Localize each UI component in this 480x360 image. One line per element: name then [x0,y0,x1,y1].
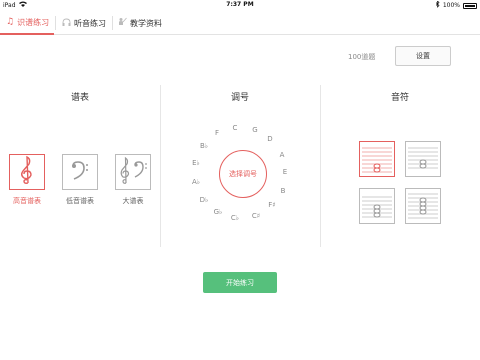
note-range-option-3[interactable] [359,188,395,224]
tab-label: 教学资料 [130,18,162,28]
key-option[interactable]: E [278,168,292,176]
key-option[interactable]: D [263,135,277,143]
battery-percent: 100% [442,2,460,9]
grand-staff-label: 大谱表 [122,197,144,205]
teacher-icon [118,17,127,29]
column-divider [320,85,321,247]
notes-section-title: 音符 [390,93,409,103]
bass-clef-icon [69,159,91,185]
grand-staff-option[interactable] [115,154,151,190]
music-note-icon: ♫ [6,17,15,27]
tab-bar: ♫ 识谱练习 听音练习 教学资料 [0,11,480,35]
staff-section-title: 谱表 [70,93,89,103]
key-option[interactable]: E♭ [189,159,203,167]
key-option[interactable]: G [248,126,262,134]
settings-button[interactable]: 设置 [395,46,451,66]
tab-sight-reading[interactable]: ♫ 识谱练习 [0,11,54,35]
staff-notes-icon [362,147,392,173]
key-option[interactable]: A [275,151,289,159]
key-option[interactable]: B [276,187,290,195]
treble-clef-icon [17,155,37,189]
headphones-icon [62,18,71,29]
grand-staff-icon [117,155,149,189]
key-option[interactable]: D♭ [197,196,211,204]
staff-notes-icon [408,193,438,219]
bluetooth-icon [435,0,440,10]
question-count: 100道题 [348,53,376,61]
note-range-option-1[interactable] [359,141,395,177]
key-option[interactable]: C♯ [249,212,263,220]
tab-label: 听音练习 [74,18,106,28]
status-bar: iPad 7:37 PM 100% [0,0,480,10]
column-divider [160,85,161,247]
key-option[interactable]: G♭ [211,208,225,216]
key-option[interactable]: F [210,129,224,137]
status-time: 7:37 PM [226,1,254,8]
treble-clef-option[interactable] [9,154,45,190]
staff-notes-icon [408,147,438,169]
battery-icon [463,2,477,9]
key-option[interactable]: C [228,124,242,132]
tab-teaching-materials[interactable]: 教学资料 [114,11,174,35]
key-option[interactable]: F♯ [265,201,279,209]
start-practice-button[interactable]: 开始练习 [203,272,277,293]
bass-clef-label: 低音谱表 [66,197,94,205]
key-option[interactable]: A♭ [189,178,203,186]
note-range-option-4[interactable] [405,188,441,224]
staff-notes-icon [362,196,392,218]
note-range-option-2[interactable] [405,141,441,177]
bass-clef-option[interactable] [62,154,98,190]
status-right: 100% [435,0,477,10]
tab-label: 识谱练习 [17,17,50,27]
select-key-button[interactable]: 选择调号 [219,150,267,198]
treble-clef-label: 高音谱表 [13,197,41,205]
tab-ear-training[interactable]: 听音练习 [58,11,112,35]
key-option[interactable]: B♭ [197,142,211,150]
key-option[interactable]: C♭ [228,214,242,222]
tab-divider [112,16,113,30]
tab-divider [55,16,56,30]
key-section-title: 调号 [230,93,249,103]
